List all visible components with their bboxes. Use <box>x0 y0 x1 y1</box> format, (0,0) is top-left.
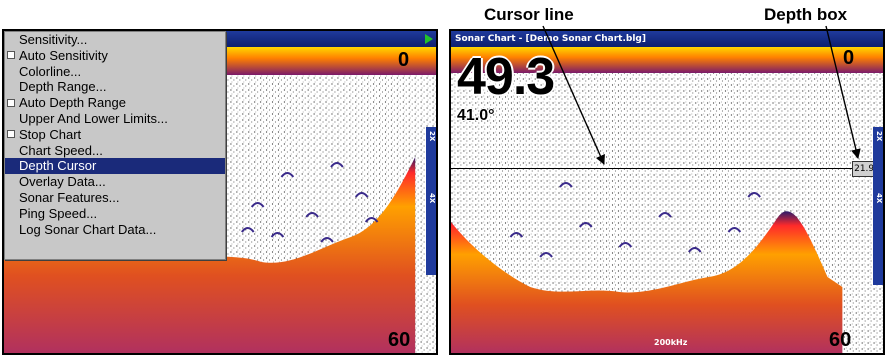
depth-scale-top: 0 <box>843 47 855 69</box>
menu-checkbox[interactable] <box>7 98 15 107</box>
menu-item-label: Depth Range... <box>19 79 107 95</box>
menu-item[interactable]: Upper And Lower Limits... <box>5 111 225 127</box>
menu-item-label: Overlay Data... <box>19 174 106 190</box>
menu-item[interactable]: Chart Speed... <box>5 143 225 159</box>
zoom-2x-label: 2X <box>875 131 883 142</box>
menu-item-label: Auto Depth Range <box>19 95 126 111</box>
menu-item-label: Colorline... <box>19 63 82 79</box>
play-arrow-icon[interactable] <box>425 34 433 44</box>
menu-item-label: Ping Speed... <box>19 205 98 221</box>
zoom-2x-label: 2X <box>428 131 436 142</box>
digital-depth-readout: 49.3 <box>457 48 555 106</box>
water-temperature: 41.0° <box>457 107 495 124</box>
menu-item[interactable]: Depth Range... <box>5 79 225 95</box>
frequency-label: 200kHz <box>654 338 688 347</box>
menu-item[interactable]: Ping Speed... <box>5 206 225 222</box>
depth-cursor-line[interactable] <box>451 168 857 169</box>
depth-scale-bottom: 60 <box>388 329 411 351</box>
menu-item-label: Upper And Lower Limits... <box>19 110 168 126</box>
zoom-bar[interactable]: 2X 4X <box>873 127 883 285</box>
menu-item-label: Sonar Features... <box>19 189 120 205</box>
menu-item-label: Sensitivity... <box>19 32 88 47</box>
zoom-bar[interactable]: 2X 4X <box>426 127 436 275</box>
menu-item-label: Log Sonar Chart Data... <box>19 221 157 237</box>
menu-item[interactable]: Sonar Features... <box>5 190 225 206</box>
zoom-4x-label: 4X <box>428 193 436 204</box>
cursor-line-callout: Cursor line <box>484 5 574 24</box>
menu-item-label: Auto Sensitivity <box>19 47 108 63</box>
menu-item[interactable]: Sensitivity... <box>5 32 225 48</box>
menu-item[interactable]: Depth Cursor <box>5 158 225 175</box>
sonar-menu: Sensitivity... Auto Sensitivity Colorline.… <box>4 31 226 260</box>
menu-item-label: Depth Cursor <box>19 158 97 174</box>
menu-checkbox[interactable] <box>7 130 15 139</box>
right-sonar-screen: Sonar Chart - [Demo Sonar Chart.blg] 49.… <box>449 29 885 355</box>
menu-item-label: Stop Chart <box>19 126 82 142</box>
depth-box-callout: Depth box <box>764 5 848 24</box>
depth-scale-top: 0 <box>398 49 410 71</box>
menu-item[interactable]: Auto Depth Range <box>5 95 225 111</box>
menu-item-label: Chart Speed... <box>19 142 103 158</box>
menu-item[interactable]: Auto Sensitivity <box>5 48 225 64</box>
menu-item[interactable]: Stop Chart <box>5 127 225 143</box>
right-title-bar: Sonar Chart - [Demo Sonar Chart.blg] <box>451 31 883 47</box>
depth-scale-bottom: 60 <box>829 329 852 351</box>
menu-checkbox[interactable] <box>7 51 15 60</box>
menu-item[interactable]: Overlay Data... <box>5 174 225 190</box>
menu-item[interactable]: Log Sonar Chart Data... <box>5 222 225 238</box>
zoom-4x-label: 4X <box>875 193 883 204</box>
menu-item[interactable]: Colorline... <box>5 64 225 80</box>
